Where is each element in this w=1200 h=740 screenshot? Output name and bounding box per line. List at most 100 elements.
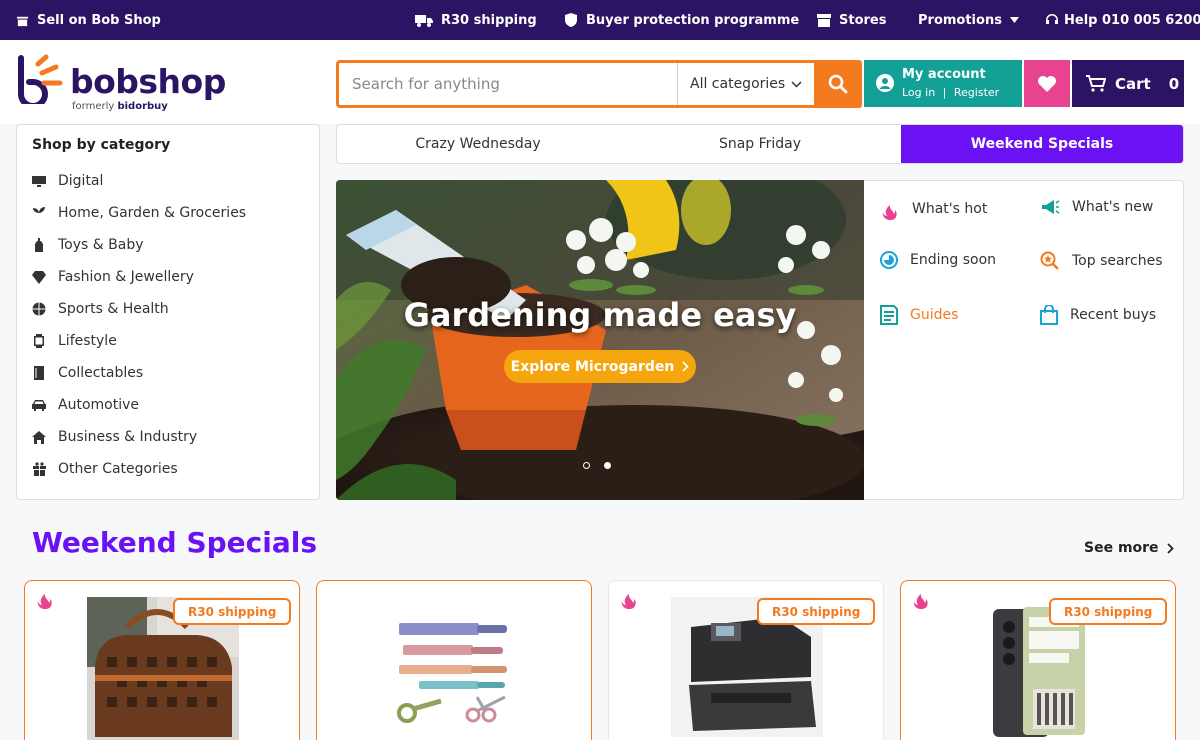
headset-icon <box>1046 14 1058 24</box>
search-input[interactable] <box>339 63 677 105</box>
category-select[interactable]: All categories <box>677 63 814 105</box>
cart-count: 0 <box>1168 74 1180 93</box>
account-separator: | <box>942 86 947 99</box>
r30-shipping-badge: R30 shipping <box>757 598 876 625</box>
carousel-dot-active[interactable] <box>604 462 611 469</box>
search-icon <box>828 74 848 94</box>
product-image <box>397 623 507 723</box>
sidebar-title: Shop by category <box>32 137 171 153</box>
category-item-business[interactable]: Business & Industry <box>32 421 246 453</box>
category-label: Business & Industry <box>58 429 198 445</box>
category-label: Other Categories <box>58 461 178 477</box>
bobshop-logo[interactable]: bobshop formerly bidorbuy <box>16 54 226 116</box>
logo-wordmark: bobshop <box>70 62 226 101</box>
formerly-brand: bidorbuy <box>117 101 168 112</box>
quick-link-label: What's new <box>1072 199 1154 215</box>
tab-crazy-wednesday[interactable]: Crazy Wednesday <box>337 125 619 163</box>
category-label: Automotive <box>58 397 139 413</box>
help-link[interactable]: Help 010 005 6200 <box>1045 0 1200 40</box>
stores-link[interactable]: Stores <box>817 0 886 40</box>
car-icon <box>32 398 46 412</box>
quick-link-ending-soon[interactable]: Ending soon <box>880 251 996 269</box>
tab-weekend-specials[interactable]: Weekend Specials <box>901 125 1183 163</box>
category-item-toys-baby[interactable]: Toys & Baby <box>32 229 246 261</box>
hero-banner[interactable]: Gardening made easy Explore Microgarden <box>336 180 864 500</box>
quick-link-whats-new[interactable]: What's new <box>1040 198 1153 216</box>
bottle-icon <box>32 238 46 252</box>
flame-icon <box>913 594 928 609</box>
chevron-right-icon <box>682 361 689 372</box>
sell-link[interactable]: Sell on Bob Shop <box>16 0 161 40</box>
product-card[interactable] <box>316 580 592 740</box>
truck-icon <box>415 14 433 27</box>
category-item-fashion[interactable]: Fashion & Jewellery <box>32 261 246 293</box>
product-card[interactable]: R30 shipping <box>24 580 300 740</box>
category-item-other[interactable]: Other Categories <box>32 453 246 485</box>
category-item-lifestyle[interactable]: Lifestyle <box>32 325 246 357</box>
explore-microgarden-button[interactable]: Explore Microgarden <box>504 350 696 383</box>
category-item-home-garden[interactable]: Home, Garden & Groceries <box>32 197 246 229</box>
cart-button[interactable]: Cart 0 <box>1072 60 1184 107</box>
see-more-link[interactable]: See more <box>1084 540 1174 556</box>
register-link[interactable]: Register <box>954 86 999 99</box>
wishlist-button[interactable] <box>1024 60 1070 107</box>
category-item-collectables[interactable]: Collectables <box>32 357 246 389</box>
quick-link-label: Guides <box>910 307 959 323</box>
category-label: Collectables <box>58 365 144 381</box>
book-icon <box>32 366 46 380</box>
product-card[interactable]: R30 shipping <box>900 580 1176 740</box>
shipping-label: R30 shipping <box>441 12 537 28</box>
sell-label: Sell on Bob Shop <box>37 12 161 28</box>
tab-snap-friday[interactable]: Snap Friday <box>619 125 901 163</box>
hero-image <box>336 180 864 500</box>
protection-link[interactable]: Buyer protection programme <box>564 0 799 40</box>
product-image <box>993 607 1085 737</box>
login-link[interactable]: Log in <box>902 86 935 99</box>
shop-icon <box>817 13 831 27</box>
hero-title: Gardening made easy <box>403 296 797 334</box>
cart-icon <box>1086 75 1106 92</box>
category-label: Toys & Baby <box>58 237 144 253</box>
quick-link-label: Recent buys <box>1070 307 1157 323</box>
quick-link-label: What's hot <box>912 201 988 217</box>
monitor-icon <box>32 174 46 188</box>
quick-link-whats-hot[interactable]: What's hot <box>880 198 987 220</box>
watch-icon <box>32 334 46 348</box>
help-label: Help 010 005 6200 <box>1064 12 1200 28</box>
shopping-bag-icon <box>1040 305 1058 325</box>
category-select-value: All categories <box>690 76 786 92</box>
ball-icon <box>32 302 46 316</box>
quick-link-guides[interactable]: Guides <box>880 305 958 325</box>
quick-link-label: Ending soon <box>910 252 997 268</box>
flame-icon <box>882 205 897 220</box>
building-icon <box>32 430 46 444</box>
category-item-sports[interactable]: Sports & Health <box>32 293 246 325</box>
see-more-label: See more <box>1084 540 1159 556</box>
shipping-link[interactable]: R30 shipping <box>415 0 537 40</box>
category-label: Fashion & Jewellery <box>58 269 194 285</box>
quick-link-recent-buys[interactable]: Recent buys <box>1040 305 1156 325</box>
caret-down-icon <box>1009 17 1019 23</box>
promo-tabs: Crazy Wednesday Snap Friday Weekend Spec… <box>336 124 1184 164</box>
quick-link-label: Top searches <box>1072 253 1163 269</box>
product-card[interactable]: R30 shipping <box>608 580 884 740</box>
my-account-button[interactable]: My account Log in | Register <box>864 60 1022 107</box>
heart-icon <box>1038 75 1056 92</box>
category-label: Home, Garden & Groceries <box>58 205 247 221</box>
search-button[interactable] <box>814 60 862 108</box>
category-list: Digital Home, Garden & Groceries Toys & … <box>32 165 246 485</box>
weekend-specials-heading: Weekend Specials <box>32 526 318 559</box>
category-item-digital[interactable]: Digital <box>32 165 246 197</box>
carousel-dot[interactable] <box>583 462 590 469</box>
quick-link-top-searches[interactable]: Top searches <box>1040 251 1163 271</box>
protection-label: Buyer protection programme <box>586 12 800 28</box>
gift-icon <box>32 462 46 476</box>
user-icon <box>876 74 894 92</box>
hero-button-label: Explore Microgarden <box>510 358 675 375</box>
gem-icon <box>32 270 46 284</box>
timer-icon <box>880 251 898 269</box>
r30-shipping-badge: R30 shipping <box>1049 598 1168 625</box>
promotions-menu[interactable]: Promotions <box>918 0 1019 40</box>
quick-links-panel: What's hot What's new Ending soon Top se… <box>864 180 1184 500</box>
category-item-automotive[interactable]: Automotive <box>32 389 246 421</box>
